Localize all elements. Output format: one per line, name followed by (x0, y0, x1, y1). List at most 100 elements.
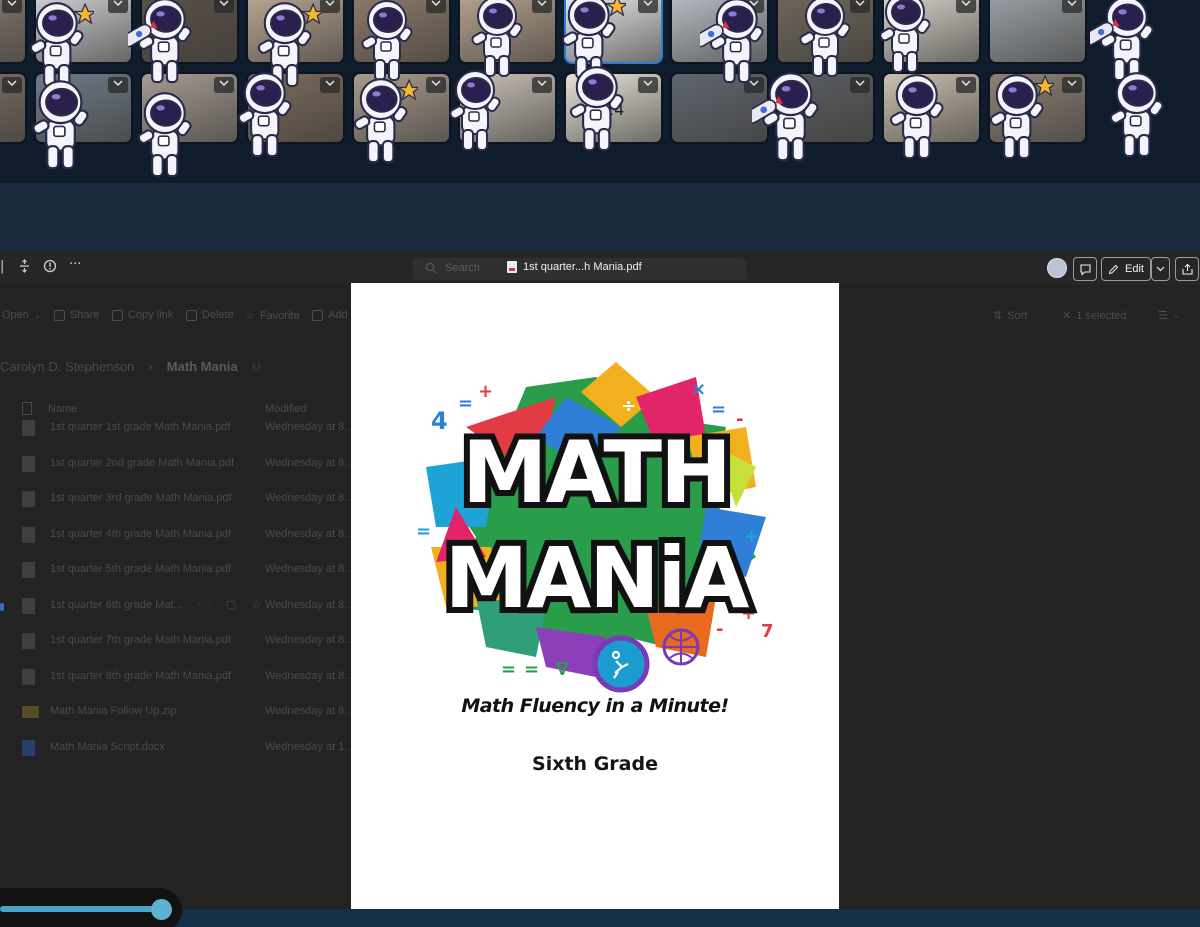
participant-video-tile[interactable]: 6 (352, 72, 451, 144)
participant-video-tile[interactable] (0, 72, 27, 144)
delete-command[interactable]: Delete (186, 309, 234, 321)
file-name[interactable]: Math Mania Follow Up.zip (50, 705, 177, 717)
tile-options-button[interactable] (850, 77, 870, 93)
more-icon[interactable]: ··· (69, 257, 81, 272)
file-row[interactable]: 1st quarter 8th grade Math Mania.pdf Wedn… (0, 668, 353, 688)
clear-selection[interactable]: ✕ 1 selected (1062, 309, 1126, 323)
file-name[interactable]: 1st quarter 2nd grade Math Mania.pdf (50, 457, 234, 469)
participant-video-tile[interactable] (776, 72, 875, 144)
participant-video-tile[interactable]: 24 (564, 72, 663, 144)
comment-icon (1079, 263, 1091, 276)
participant-video-tile[interactable] (988, 0, 1087, 64)
participant-video-tile[interactable] (882, 72, 981, 144)
add-command[interactable]: Add (312, 309, 348, 321)
file-row[interactable]: 1st quarter 4th grade Math Mania.pdf Wedn… (0, 526, 353, 546)
participant-video-tile[interactable] (670, 0, 769, 64)
tile-options-button[interactable] (956, 0, 976, 13)
participant-video-tile[interactable] (140, 72, 239, 144)
tile-options-button[interactable] (426, 77, 446, 93)
file-name[interactable]: 1st quarter 6th grade Mat... (50, 599, 183, 611)
info-icon[interactable] (43, 259, 57, 277)
progress-handle[interactable] (151, 899, 172, 920)
gallery-spacer (0, 183, 1200, 251)
tile-options-button[interactable] (214, 77, 234, 93)
math-symbol: 7 (761, 621, 774, 642)
video-gallery: 6 6 24 (0, 0, 1200, 183)
open-label: Open (2, 309, 29, 321)
file-name[interactable]: 1st quarter 5th grade Math Mania.pdf (50, 563, 231, 575)
file-name[interactable]: 1st quarter 8th grade Math Mania.pdf (50, 670, 231, 682)
file-row[interactable]: 1st quarter 7th grade Math Mania.pdf Wedn… (0, 632, 353, 652)
open-command[interactable]: Open ⌄ (2, 309, 41, 321)
tile-options-button[interactable] (850, 0, 870, 13)
file-row[interactable]: Math Mania Script.docx Wednesday at 1... (0, 739, 353, 759)
tile-options-button[interactable] (744, 0, 764, 13)
participant-video-tile[interactable] (0, 0, 27, 64)
participant-video-tile[interactable] (246, 0, 345, 64)
view-options[interactable]: ☰ ⌄ (1158, 309, 1180, 322)
math-symbol: = (711, 399, 726, 420)
participant-video-tile[interactable] (34, 0, 133, 64)
tile-options-button[interactable] (1062, 77, 1082, 93)
participant-video-tile[interactable] (458, 72, 557, 144)
favorite-command[interactable]: ☆ Favorite (245, 309, 300, 323)
tile-options-button[interactable] (214, 0, 234, 13)
file-name[interactable]: 1st quarter 4th grade Math Mania.pdf (50, 528, 231, 540)
tile-options-button[interactable] (108, 77, 128, 93)
breadcrumb-folder[interactable]: Math Mania (167, 359, 238, 374)
column-modified[interactable]: Modified (265, 403, 307, 415)
file-row[interactable]: 1st quarter 1st grade Math Mania.pdf Wedn… (0, 419, 353, 439)
file-row[interactable]: 1st quarter 3rd grade Math Mania.pdf Wedn… (0, 490, 353, 510)
breadcrumb-owner[interactable]: Carolyn D. Stephenson (0, 359, 134, 374)
file-name[interactable]: 1st quarter 7th grade Math Mania.pdf (50, 634, 231, 646)
participant-video-tile[interactable] (882, 0, 981, 64)
participant-video-tile[interactable]: 6 (776, 0, 875, 64)
column-name[interactable]: Name (48, 403, 77, 415)
participant-video-tile[interactable] (458, 0, 557, 64)
chevron-down-icon (643, 0, 653, 6)
file-row[interactable]: 1st quarter 6th grade Mat... Wednesday at… (0, 597, 353, 617)
file-name[interactable]: 1st quarter 1st grade Math Mania.pdf (50, 421, 230, 433)
pdf-file-icon (22, 668, 35, 685)
participant-video-tile[interactable] (140, 0, 239, 64)
search-icon (425, 261, 437, 279)
share-command[interactable]: Share (54, 309, 99, 321)
tile-options-button[interactable] (320, 77, 340, 93)
math-symbol: + (478, 381, 493, 402)
file-row[interactable]: 1st quarter 2nd grade Math Mania.pdf Wedn… (0, 455, 353, 475)
share-label: Share (70, 309, 100, 321)
participant-video-tile[interactable] (34, 72, 133, 144)
file-name[interactable]: Math Mania Script.docx (50, 741, 165, 753)
comment-button[interactable] (1073, 257, 1097, 281)
tile-options-button[interactable] (532, 0, 552, 13)
copy-link-command[interactable]: Copy link (112, 309, 173, 321)
split-icon[interactable] (19, 259, 30, 277)
tile-options-button[interactable] (320, 0, 340, 13)
file-row[interactable]: Math Mania Follow Up.zip Wednesday at 8..… (0, 703, 353, 723)
file-row[interactable]: 1st quarter 5th grade Math Mania.pdf Wedn… (0, 561, 353, 581)
share-button[interactable] (1175, 257, 1199, 281)
participant-video-tile[interactable] (988, 72, 1087, 144)
row-actions-icon[interactable]: ··· ▢ ☆ (188, 598, 267, 611)
tile-options-button[interactable] (638, 77, 658, 93)
tile-options-button[interactable] (108, 0, 128, 13)
tile-options-button[interactable] (2, 0, 22, 13)
participant-video-tile[interactable] (564, 0, 663, 64)
tile-options-button[interactable] (638, 0, 658, 13)
sort-command[interactable]: ⇅ Sort (993, 309, 1027, 323)
tile-options-button[interactable] (1062, 0, 1082, 13)
participant-video-tile[interactable] (670, 72, 769, 144)
tile-options-button[interactable] (956, 77, 976, 93)
tile-visible-number: 24 (604, 99, 625, 119)
edit-options-button[interactable] (1151, 257, 1170, 281)
tile-options-button[interactable] (426, 0, 446, 13)
tile-options-button[interactable] (532, 77, 552, 93)
edit-button[interactable]: Edit (1101, 257, 1151, 281)
participant-video-tile[interactable] (352, 0, 451, 64)
tile-options-button[interactable] (744, 77, 764, 93)
tile-options-button[interactable] (2, 77, 22, 93)
participant-video-tile[interactable] (246, 72, 345, 144)
progress-bar[interactable] (0, 906, 162, 912)
avatar[interactable] (1047, 258, 1067, 278)
file-name[interactable]: 1st quarter 3rd grade Math Mania.pdf (50, 492, 232, 504)
